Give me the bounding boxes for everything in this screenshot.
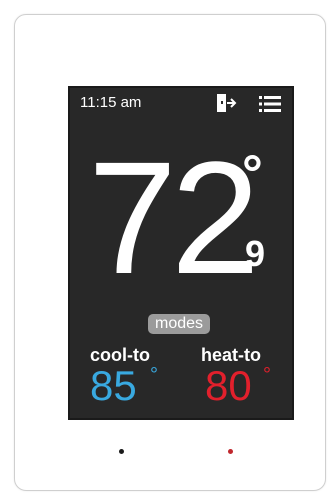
door-exit-icon[interactable] [215, 93, 237, 113]
current-temperature: 72 [88, 128, 260, 307]
cool-setpoint-value[interactable]: 85 [90, 364, 137, 408]
time-display: 11:15 am [80, 94, 142, 111]
heat-setpoint-degree: ° [263, 364, 271, 386]
thermostat-screen: 11:15 am 72 ° 9 modes cool-to heat-to 85… [68, 86, 294, 420]
right-indicator-led [228, 449, 233, 454]
cool-setpoint-degree: ° [150, 364, 158, 386]
heat-setpoint-value[interactable]: 80 [205, 364, 252, 408]
menu-list-icon[interactable] [259, 95, 281, 113]
left-indicator-led [119, 449, 124, 454]
current-temperature-decimal: 9 [245, 233, 266, 274]
modes-button[interactable]: modes [148, 314, 210, 334]
current-temperature-degree: ° [242, 145, 263, 203]
